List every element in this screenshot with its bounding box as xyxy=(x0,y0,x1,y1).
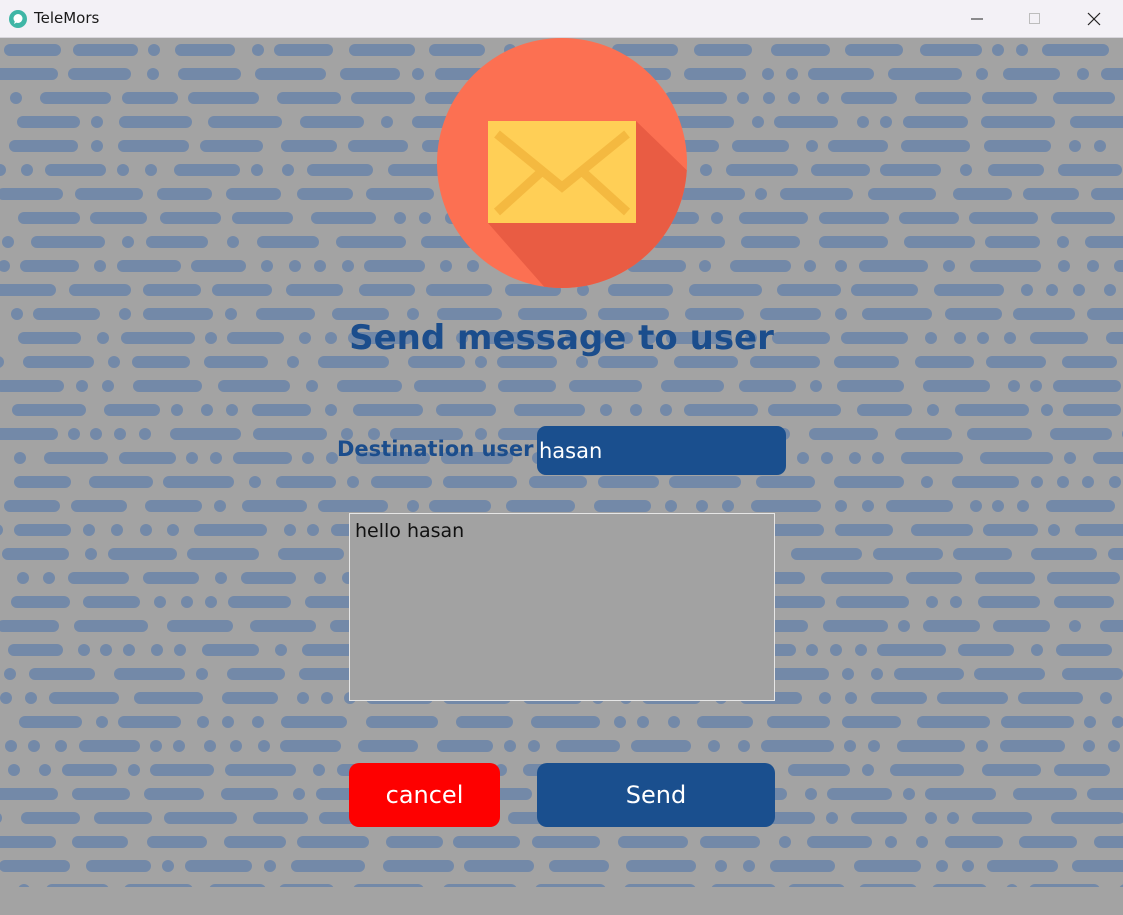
minimize-icon xyxy=(971,18,983,20)
window-titlebar: TeleMors xyxy=(0,0,1123,38)
destination-user-label: Destination user xyxy=(337,437,534,461)
window-title: TeleMors xyxy=(34,9,100,27)
send-button[interactable]: Send xyxy=(537,763,775,827)
envelope-logo xyxy=(437,38,687,288)
minimize-button[interactable] xyxy=(948,0,1006,38)
message-textarea[interactable]: hello hasan xyxy=(349,513,775,701)
close-icon xyxy=(1087,12,1101,26)
cancel-button[interactable]: cancel xyxy=(349,763,500,827)
maximize-icon xyxy=(1029,13,1040,24)
bottom-strip xyxy=(0,887,1123,915)
app-icon xyxy=(9,10,27,28)
close-button[interactable] xyxy=(1065,0,1123,38)
dialog-body: Send message to user Destination user he… xyxy=(0,38,1123,915)
maximize-button[interactable] xyxy=(1006,0,1064,38)
destination-user-input[interactable] xyxy=(537,426,786,475)
page-title: Send message to user xyxy=(349,318,774,358)
